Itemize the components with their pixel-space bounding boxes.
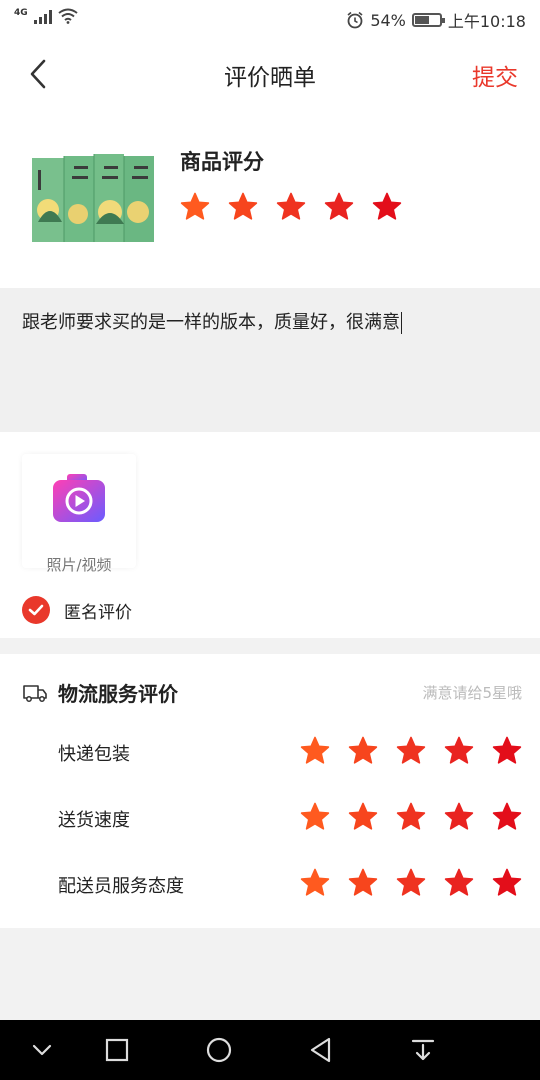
battery-percent: 54% [370, 10, 406, 30]
row-label: 配送员服务态度 [58, 876, 184, 897]
review-text: 跟老师要求买的是一样的版本，质量好，很满意 [22, 312, 400, 333]
alarm-icon [347, 11, 363, 29]
logistics-row-speed: 送货速度 [0, 798, 540, 838]
status-bar: 4G 54% 上午10:18 [0, 0, 540, 36]
star-icon[interactable] [396, 868, 426, 898]
logistics-title: 物流服务评价 [58, 682, 178, 706]
star-icon[interactable] [444, 802, 474, 832]
star-icon[interactable] [300, 736, 330, 766]
signal-icon [33, 10, 52, 24]
row-label: 送货速度 [58, 810, 130, 831]
camera-video-icon [53, 474, 105, 522]
system-nav-bar [0, 1020, 540, 1080]
packaging-star-rating [300, 736, 522, 766]
logistics-row-courier: 配送员服务态度 [0, 864, 540, 904]
page-title: 评价晒单 [224, 65, 316, 91]
battery-icon [411, 13, 445, 27]
speed-star-rating [300, 802, 522, 832]
star-icon[interactable] [300, 868, 330, 898]
star-icon[interactable] [348, 802, 378, 832]
top-bar: 评价晒单 提交 [0, 36, 540, 112]
product-image[interactable] [30, 152, 158, 248]
star-icon[interactable] [492, 802, 522, 832]
anonymous-review-checkbox[interactable]: 匿名评价 [22, 596, 132, 624]
home-icon[interactable] [203, 1034, 235, 1066]
product-rating-label: 商品评分 [180, 150, 264, 174]
star-icon[interactable] [276, 192, 306, 222]
star-icon[interactable] [324, 192, 354, 222]
product-star-rating [180, 192, 402, 222]
star-icon[interactable] [372, 192, 402, 222]
anonymous-label: 匿名评价 [64, 602, 132, 623]
upload-label: 照片/视频 [46, 556, 112, 574]
star-icon[interactable] [300, 802, 330, 832]
courier-star-rating [300, 868, 522, 898]
add-photo-video-button[interactable]: 照片/视频 [22, 454, 136, 574]
logistics-row-packaging: 快递包装 [0, 732, 540, 772]
hide-nav-icon[interactable] [26, 1034, 58, 1066]
media-section: 照片/视频 匿名评价 [0, 432, 540, 638]
row-label: 快递包装 [58, 744, 130, 765]
star-icon[interactable] [348, 868, 378, 898]
star-icon[interactable] [348, 736, 378, 766]
product-rating-section: 商品评分 [0, 112, 540, 288]
wifi-icon [58, 8, 78, 24]
review-text-area[interactable]: 跟老师要求买的是一样的版本，质量好，很满意 [0, 288, 540, 432]
clock: 上午10:18 [447, 12, 526, 31]
star-icon[interactable] [228, 192, 258, 222]
text-cursor [401, 312, 402, 334]
recents-icon[interactable] [101, 1034, 133, 1066]
submit-button[interactable]: 提交 [472, 58, 518, 92]
star-icon[interactable] [444, 736, 474, 766]
back-icon[interactable] [305, 1034, 337, 1066]
check-icon [22, 596, 50, 624]
star-icon[interactable] [180, 192, 210, 222]
logistics-hint: 满意请给5星哦 [422, 684, 522, 702]
star-icon[interactable] [492, 736, 522, 766]
star-icon[interactable] [396, 736, 426, 766]
star-icon[interactable] [492, 868, 522, 898]
notification-pull-icon[interactable] [407, 1034, 439, 1066]
logistics-rating-section: 物流服务评价 满意请给5星哦 快递包装 送货速度 配送员服务态度 [0, 654, 540, 928]
truck-icon [23, 684, 47, 702]
network-type: 4G [14, 8, 28, 18]
logistics-header: 物流服务评价 [22, 678, 178, 707]
star-icon[interactable] [444, 868, 474, 898]
star-icon[interactable] [396, 802, 426, 832]
